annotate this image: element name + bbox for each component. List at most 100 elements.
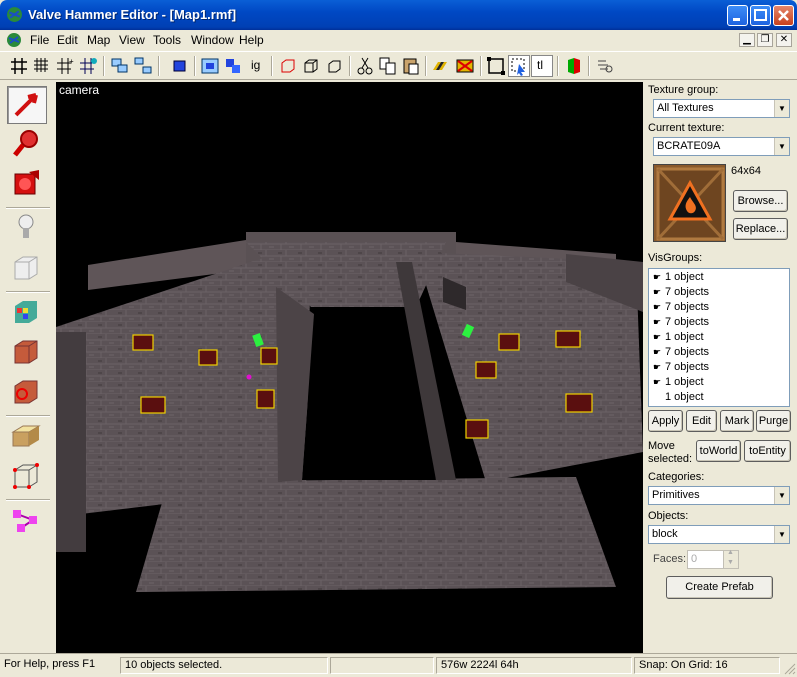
toolbar-separator bbox=[425, 56, 427, 76]
visgroup-item[interactable]: ☛ 7 objects bbox=[653, 316, 709, 331]
document-icon[interactable] bbox=[6, 32, 22, 48]
script-button[interactable] bbox=[594, 55, 616, 77]
visgroup-label: 7 objects bbox=[665, 301, 710, 313]
visgroup-item[interactable]: ☛ 7 objects bbox=[653, 301, 709, 316]
entity-tool[interactable] bbox=[7, 210, 47, 248]
level-render bbox=[56, 232, 643, 592]
camera-tool[interactable] bbox=[7, 166, 47, 204]
toggle-face-button[interactable] bbox=[454, 55, 476, 77]
mark-button[interactable]: Mark bbox=[720, 410, 754, 432]
tool-separator bbox=[6, 291, 50, 293]
block-tool[interactable] bbox=[7, 250, 47, 288]
clipping-tool[interactable] bbox=[7, 418, 47, 456]
group-button[interactable] bbox=[109, 55, 131, 77]
categories-select[interactable]: Primitives ▼ bbox=[648, 486, 790, 505]
stepper-up-icon[interactable]: ▲ bbox=[727, 549, 734, 556]
show-button[interactable] bbox=[222, 55, 244, 77]
stepper-down-icon[interactable]: ▼ bbox=[727, 559, 734, 566]
cut-button[interactable] bbox=[354, 55, 376, 77]
camera-viewport[interactable]: camera bbox=[56, 82, 643, 653]
maximize-icon bbox=[754, 9, 767, 21]
menu-help[interactable]: Help bbox=[239, 33, 264, 47]
ungroup-button[interactable] bbox=[132, 55, 154, 77]
minimize-icon bbox=[733, 18, 740, 21]
decal-button[interactable] bbox=[431, 55, 453, 77]
mdi-minimize-button[interactable]: ▁ bbox=[739, 33, 755, 47]
visgroup-item[interactable]: 1 object bbox=[653, 391, 704, 406]
menu-edit[interactable]: Edit bbox=[57, 33, 78, 47]
select-group-button[interactable] bbox=[508, 55, 530, 77]
visgroup-item[interactable]: ☛ 1 object bbox=[653, 271, 704, 286]
current-texture-select[interactable]: BCRATE09A ▼ bbox=[653, 137, 790, 156]
visibility-check-icon[interactable]: ☛ bbox=[653, 332, 665, 343]
menu-file[interactable]: File bbox=[30, 33, 49, 47]
maximize-button[interactable] bbox=[750, 5, 771, 26]
visibility-check-icon[interactable]: ☛ bbox=[653, 362, 665, 373]
run-map-button[interactable] bbox=[563, 55, 585, 77]
browse-button[interactable]: Browse... bbox=[733, 190, 788, 212]
paste-button[interactable] bbox=[400, 55, 422, 77]
visgroup-item[interactable]: ☛ 1 object bbox=[653, 376, 704, 391]
apply-button[interactable]: Apply bbox=[648, 410, 683, 432]
apply-texture-tool[interactable] bbox=[7, 334, 47, 372]
grid-larger-button[interactable]: + bbox=[54, 55, 76, 77]
menu-map[interactable]: Map bbox=[87, 33, 110, 47]
mdi-restore-button[interactable]: ❐ bbox=[757, 33, 773, 47]
visibility-check-icon[interactable]: ☛ bbox=[653, 302, 665, 313]
viewport-label: camera bbox=[59, 83, 100, 97]
mdi-close-button[interactable]: ✕ bbox=[776, 33, 792, 47]
decal-tool[interactable] bbox=[7, 374, 47, 412]
visibility-check-icon[interactable]: ☛ bbox=[653, 272, 665, 283]
chevron-down-icon: ▼ bbox=[774, 138, 789, 155]
grid-larger-icon: + bbox=[57, 57, 74, 74]
visibility-check-icon[interactable]: ☛ bbox=[653, 287, 665, 298]
ungroup-icon bbox=[134, 57, 152, 74]
create-prefab-button[interactable]: Create Prefab bbox=[666, 576, 773, 599]
visgroup-item[interactable]: ☛ 1 object bbox=[653, 331, 704, 346]
restore-icon: ❐ bbox=[760, 34, 770, 45]
close-button[interactable] bbox=[773, 5, 794, 26]
cube-outline-button[interactable] bbox=[300, 55, 322, 77]
visgroup-item[interactable]: ☛ 7 objects bbox=[653, 286, 709, 301]
texture-label-button[interactable]: tl bbox=[531, 55, 553, 77]
copy-button[interactable] bbox=[377, 55, 399, 77]
ignore-groups-button[interactable]: ig bbox=[246, 55, 268, 77]
hide-button[interactable] bbox=[199, 55, 221, 77]
to-world-button[interactable]: toWorld bbox=[696, 440, 741, 462]
purge-button[interactable]: Purge bbox=[756, 410, 791, 432]
entity-tool-icon bbox=[18, 214, 34, 238]
cube-wire-icon bbox=[328, 60, 341, 73]
selection-tool[interactable] bbox=[7, 86, 47, 124]
visibility-check-icon[interactable]: ☛ bbox=[653, 317, 665, 328]
menu-view[interactable]: View bbox=[119, 33, 145, 47]
visgroups-list[interactable]: ☛ 1 object ☛ 7 objects ☛ 7 objects ☛ 7 objec… bbox=[648, 268, 790, 407]
objects-select[interactable]: block ▼ bbox=[648, 525, 790, 544]
texture-application-tool[interactable] bbox=[7, 294, 47, 332]
menu-tools[interactable]: Tools bbox=[153, 33, 181, 47]
cube-wire-button[interactable] bbox=[323, 55, 345, 77]
to-entity-button[interactable]: toEntity bbox=[744, 440, 791, 462]
minimize-button[interactable] bbox=[727, 5, 748, 26]
visibility-check-icon[interactable]: ☛ bbox=[653, 347, 665, 358]
edit-button[interactable]: Edit bbox=[686, 410, 717, 432]
grid-smaller-button[interactable] bbox=[31, 55, 53, 77]
resize-grip-icon[interactable] bbox=[782, 661, 796, 675]
select-face-button[interactable] bbox=[485, 55, 507, 77]
path-tool[interactable] bbox=[7, 502, 47, 540]
grid-3d-button[interactable] bbox=[77, 55, 99, 77]
faces-stepper[interactable]: ▲ ▼ bbox=[723, 549, 739, 569]
vertex-tool[interactable] bbox=[7, 458, 47, 496]
replace-button[interactable]: Replace... bbox=[733, 218, 788, 240]
texture-group-select[interactable]: All Textures ▼ bbox=[653, 99, 790, 118]
grid-button[interactable] bbox=[8, 55, 30, 77]
texture-lock-red-button[interactable] bbox=[277, 55, 299, 77]
carve-button[interactable] bbox=[169, 55, 191, 77]
status-coordinates bbox=[330, 657, 434, 674]
visgroup-item[interactable]: ☛ 7 objects bbox=[653, 346, 709, 361]
visgroup-item[interactable]: ☛ 7 objects bbox=[653, 361, 709, 376]
magnify-tool[interactable] bbox=[7, 126, 47, 164]
select-group-icon bbox=[511, 58, 525, 76]
visibility-check-icon[interactable]: ☛ bbox=[653, 377, 665, 388]
texture-panel: Texture group: All Textures ▼ Current te… bbox=[645, 82, 797, 653]
menu-window[interactable]: Window bbox=[191, 33, 234, 47]
